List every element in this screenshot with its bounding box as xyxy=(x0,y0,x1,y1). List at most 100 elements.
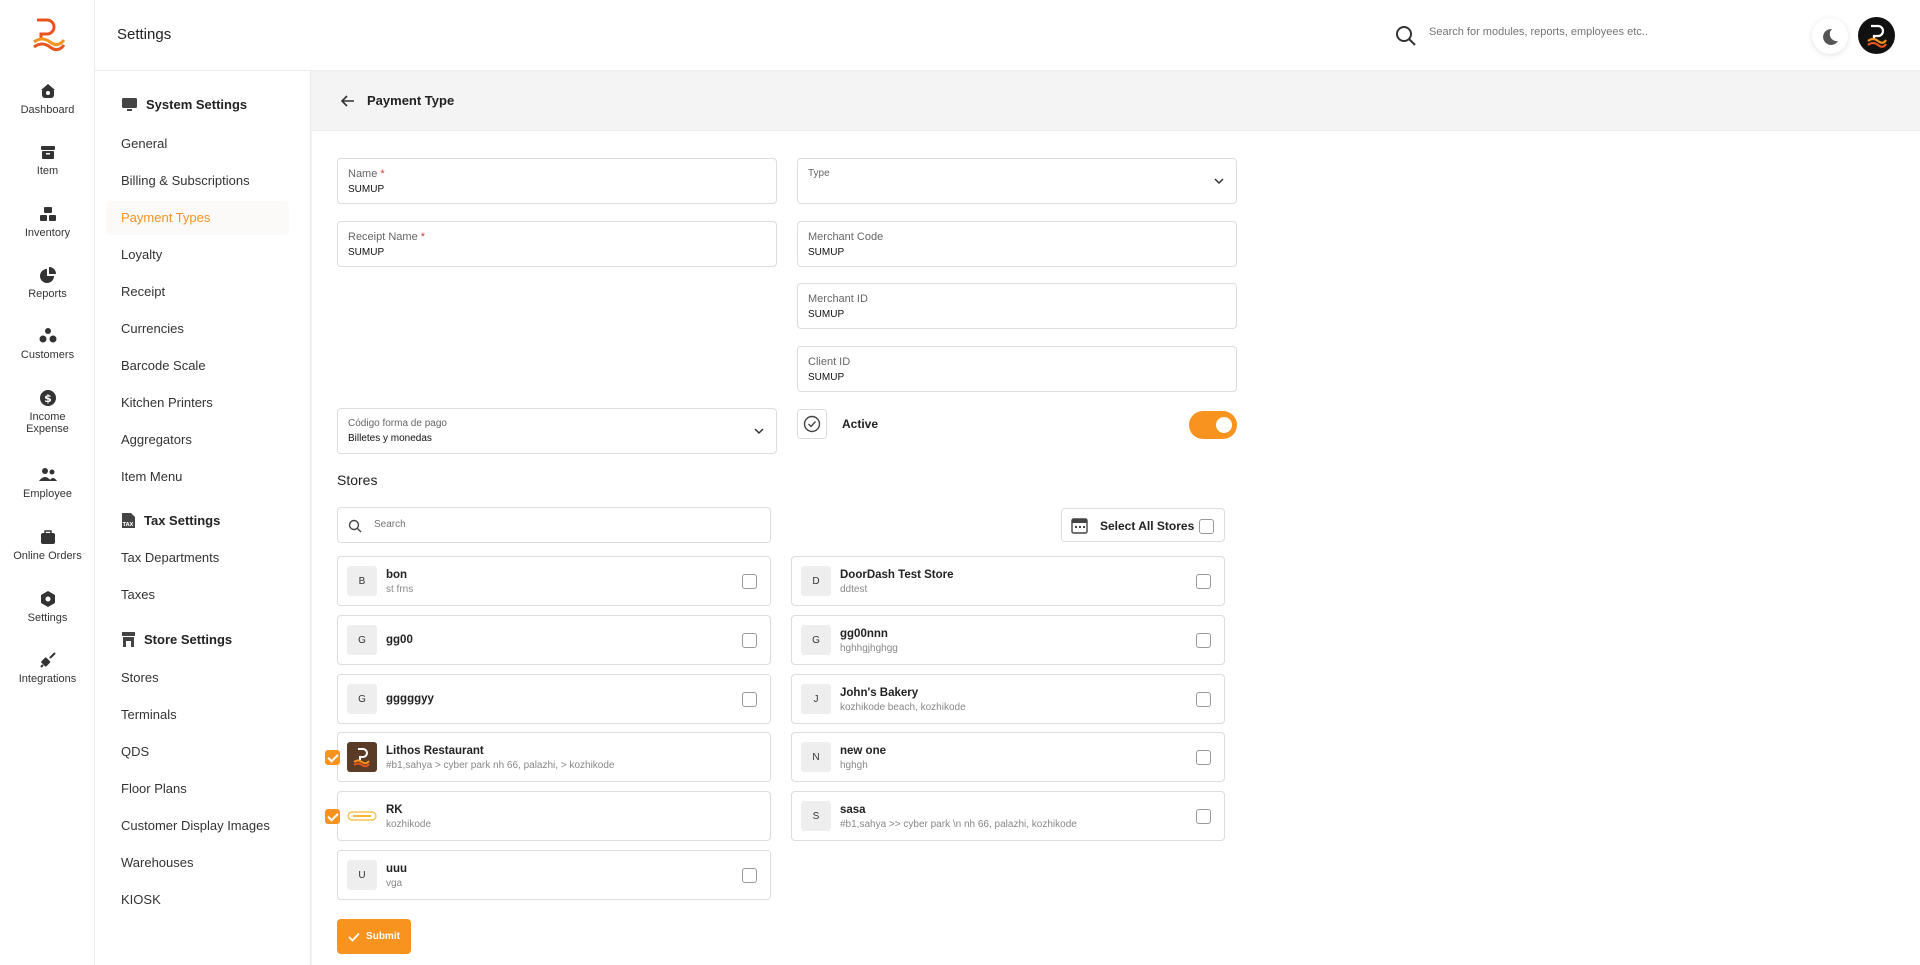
store-checkbox-checked[interactable] xyxy=(325,750,340,765)
customers-icon xyxy=(39,328,56,343)
store-checkbox-checked[interactable] xyxy=(325,809,340,824)
store-checkbox[interactable] xyxy=(1196,809,1211,824)
store-card[interactable]: G gg00 xyxy=(337,615,771,665)
store-name: gggggyy xyxy=(386,693,434,705)
active-toggle[interactable] xyxy=(1189,411,1237,439)
nav-income-expense[interactable]: $ Income Expense xyxy=(0,389,95,435)
menu-item-warehouses[interactable]: Warehouses xyxy=(106,846,289,880)
nav-reports[interactable]: Reports xyxy=(0,266,95,300)
nav-online-orders[interactable]: Online Orders xyxy=(0,528,95,562)
nav-customers[interactable]: Customers xyxy=(0,327,95,361)
back-arrow-icon[interactable] xyxy=(340,93,356,109)
app-logo-icon xyxy=(33,18,65,52)
store-card[interactable]: B bon st frns xyxy=(337,556,771,606)
merchant-code-field[interactable]: Merchant Code SUMUP xyxy=(797,221,1237,267)
nav-label: Income xyxy=(29,411,66,423)
user-avatar[interactable] xyxy=(1858,17,1895,54)
store-checkbox[interactable] xyxy=(1196,633,1211,648)
rk-logo-icon xyxy=(347,801,377,831)
select-all-label: Select All Stores xyxy=(1100,519,1195,533)
nav-item[interactable]: Item xyxy=(0,143,95,177)
top-bar: Settings xyxy=(95,0,1920,71)
menu-item-loyalty[interactable]: Loyalty xyxy=(106,238,289,272)
store-name: bon xyxy=(386,569,408,581)
store-checkbox[interactable] xyxy=(742,868,757,883)
store-card[interactable]: G gg00nnn hghhgjhghgg xyxy=(791,615,1225,665)
bag-icon xyxy=(40,530,55,544)
store-initial: B xyxy=(347,566,377,596)
store-checkbox[interactable] xyxy=(1196,750,1211,765)
store-card[interactable]: N new one hghgh xyxy=(791,732,1225,782)
active-indicator xyxy=(797,409,827,439)
store-search[interactable] xyxy=(337,507,771,543)
menu-item-kitchen-printers[interactable]: Kitchen Printers xyxy=(106,386,289,420)
field-label: Client ID xyxy=(808,356,851,368)
menu-item-taxes[interactable]: Taxes xyxy=(106,578,289,612)
menu-item-general[interactable]: General xyxy=(106,127,289,161)
nav-integrations[interactable]: Integrations xyxy=(0,651,95,685)
nav-settings[interactable]: Settings xyxy=(0,590,95,624)
theme-toggle-button[interactable] xyxy=(1812,18,1848,54)
menu-item-aggregators[interactable]: Aggregators xyxy=(106,423,289,457)
store-checkbox[interactable] xyxy=(1196,692,1211,707)
required-marker: * xyxy=(380,168,385,180)
type-select[interactable]: Type xyxy=(797,158,1237,204)
store-initial: U xyxy=(347,860,377,890)
inventory-icon xyxy=(39,207,56,221)
store-checkbox[interactable] xyxy=(742,633,757,648)
store-checkbox[interactable] xyxy=(742,574,757,589)
dollar-icon: $ xyxy=(39,390,56,406)
menu-item-kiosk[interactable]: KIOSK xyxy=(106,883,289,917)
menu-item-customer-display-images[interactable]: Customer Display Images xyxy=(106,809,289,843)
nav-label: Online Orders xyxy=(13,550,82,562)
store-card[interactable]: J John's Bakery kozhikode beach, kozhiko… xyxy=(791,674,1225,724)
store-checkbox[interactable] xyxy=(742,692,757,707)
menu-item-currencies[interactable]: Currencies xyxy=(106,312,289,346)
menu-item-floor-plans[interactable]: Floor Plans xyxy=(106,772,289,806)
menu-item-payment-types[interactable]: Payment Types xyxy=(106,201,289,235)
menu-item-receipt[interactable]: Receipt xyxy=(106,275,289,309)
store-address: vga xyxy=(386,878,403,889)
client-id-value: SUMUP xyxy=(808,372,845,383)
select-all-stores[interactable]: Select All Stores xyxy=(1061,508,1225,542)
store-card[interactable]: Lithos Restaurant #b1,sahya > cyber park… xyxy=(325,732,771,782)
menu-item-stores[interactable]: Stores xyxy=(106,661,289,695)
menu-item-billing[interactable]: Billing & Subscriptions xyxy=(106,164,289,198)
chevron-down-icon xyxy=(754,428,764,435)
codigo-value: Billetes y monedas xyxy=(348,433,432,444)
store-checkbox[interactable] xyxy=(1196,574,1211,589)
global-search[interactable] xyxy=(1395,22,1695,50)
nav-label: Inventory xyxy=(24,227,71,239)
client-id-field[interactable]: Client ID SUMUP xyxy=(797,346,1237,392)
store-card[interactable]: S sasa #b1,sahya >> cyber park \n nh 66,… xyxy=(791,791,1225,841)
menu-item-item-menu[interactable]: Item Menu xyxy=(106,460,289,494)
store-card[interactable]: U uuu vga xyxy=(337,850,771,900)
store-initial: N xyxy=(801,742,831,772)
nav-dashboard[interactable]: Dashboard xyxy=(0,82,95,116)
nav-employee[interactable]: Employee xyxy=(0,466,95,500)
menu-item-barcode-scale[interactable]: Barcode Scale xyxy=(106,349,289,383)
store-address: hghgh xyxy=(840,760,868,771)
store-card[interactable]: D DoorDash Test Store ddtest xyxy=(791,556,1225,606)
store-initial: G xyxy=(347,684,377,714)
receipt-name-value: SUMUP xyxy=(348,247,385,258)
global-search-input[interactable] xyxy=(1429,26,1689,38)
submit-button[interactable]: Submit xyxy=(337,919,411,954)
employee-icon xyxy=(38,468,57,481)
store-card[interactable]: G gggggyy xyxy=(337,674,771,724)
name-field[interactable]: Name * SUMUP xyxy=(337,158,777,204)
merchant-id-field[interactable]: Merchant ID SUMUP xyxy=(797,283,1237,329)
menu-item-tax-departments[interactable]: Tax Departments xyxy=(106,541,289,575)
store-search-input[interactable] xyxy=(374,519,754,530)
tax-settings-heading: TAX Tax Settings xyxy=(121,512,220,529)
store-card[interactable]: RK kozhikode xyxy=(325,791,771,841)
codigo-forma-de-pago-select[interactable]: Código forma de pago Billetes y monedas xyxy=(337,408,777,454)
select-all-checkbox[interactable] xyxy=(1199,519,1214,534)
menu-item-terminals[interactable]: Terminals xyxy=(106,698,289,732)
store-initial: D xyxy=(801,566,831,596)
svg-text:$: $ xyxy=(44,392,52,405)
receipt-name-field[interactable]: Receipt Name * SUMUP xyxy=(337,221,777,267)
nav-inventory[interactable]: Inventory xyxy=(0,205,95,239)
store-icon xyxy=(122,632,135,647)
menu-item-qds[interactable]: QDS xyxy=(106,735,289,769)
